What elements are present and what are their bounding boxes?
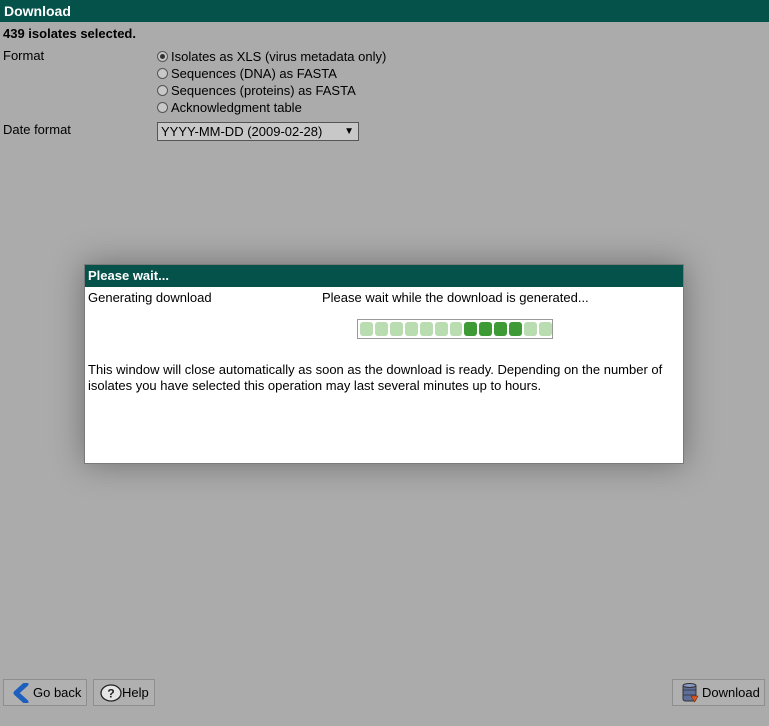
dialog-title: Please wait... — [85, 265, 683, 287]
dialog-message: Please wait while the download is genera… — [322, 290, 589, 305]
format-option-protein-fasta[interactable]: Sequences (proteins) as FASTA — [157, 82, 356, 99]
download-label: Download — [702, 685, 760, 700]
window-title: Download — [0, 0, 769, 22]
progress-segment — [479, 322, 493, 336]
date-format-label: Date format — [3, 122, 71, 137]
dialog-note: This window will close automatically as … — [88, 362, 663, 393]
selection-count: 439 isolates selected. — [3, 26, 136, 41]
format-option-xls-label: Isolates as XLS (virus metadata only) — [171, 49, 387, 64]
radio-dna-fasta[interactable] — [157, 68, 168, 79]
progress-segment — [539, 322, 552, 336]
progress-segment — [464, 322, 478, 336]
download-button[interactable]: Download — [672, 679, 765, 706]
progress-segment — [449, 322, 463, 336]
progress-segment — [434, 322, 448, 336]
question-icon: ? — [100, 683, 122, 702]
format-option-dna-fasta[interactable]: Sequences (DNA) as FASTA — [157, 65, 337, 82]
progress-segment — [494, 322, 508, 336]
radio-xls[interactable] — [157, 51, 168, 62]
format-option-protein-fasta-label: Sequences (proteins) as FASTA — [171, 83, 356, 98]
go-back-label: Go back — [33, 685, 82, 700]
progress-segment — [404, 322, 418, 336]
chevron-left-icon — [12, 682, 30, 703]
help-label: Help — [122, 685, 149, 700]
chevron-down-icon: ▼ — [344, 126, 354, 137]
dialog-label: Generating download — [88, 290, 212, 305]
date-format-select[interactable]: YYYY-MM-DD (2009-02-28) ▼ — [157, 122, 359, 141]
progress-segment — [389, 322, 403, 336]
please-wait-dialog: Please wait... Generating download Pleas… — [84, 264, 684, 464]
svg-text:?: ? — [107, 686, 114, 700]
radio-protein-fasta[interactable] — [157, 85, 168, 96]
progress-segment — [509, 322, 523, 336]
format-option-dna-fasta-label: Sequences (DNA) as FASTA — [171, 66, 337, 81]
format-label: Format — [3, 48, 45, 63]
format-option-acknowledgment-label: Acknowledgment table — [171, 100, 302, 115]
progress-segment — [419, 322, 433, 336]
help-button[interactable]: ? Help — [93, 679, 155, 706]
progress-segment — [374, 322, 388, 336]
database-download-icon — [681, 682, 699, 704]
format-option-acknowledgment[interactable]: Acknowledgment table — [157, 99, 302, 116]
progress-segment — [360, 322, 373, 336]
format-option-xls[interactable]: Isolates as XLS (virus metadata only) — [157, 48, 386, 65]
progress-bar — [357, 319, 553, 339]
progress-segment — [524, 322, 538, 336]
radio-acknowledgment[interactable] — [157, 102, 168, 113]
go-back-button[interactable]: Go back — [3, 679, 87, 706]
date-format-value: YYYY-MM-DD (2009-02-28) — [161, 124, 323, 139]
